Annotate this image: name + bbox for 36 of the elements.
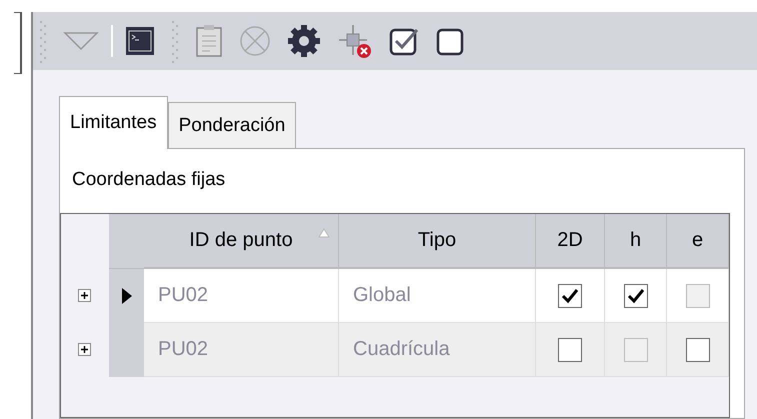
window-edge (14, 12, 22, 74)
expand-icon[interactable] (77, 288, 93, 304)
move-remove-icon[interactable] (337, 23, 373, 59)
column-label: h (630, 229, 642, 252)
checkbox[interactable] (558, 338, 582, 362)
section-title: Coordenadas fijas (71, 169, 226, 192)
tab[interactable]: Ponderación (168, 102, 296, 148)
column-label: 2D (557, 229, 583, 252)
table-cell: Cuadrícula (339, 323, 536, 377)
column-header[interactable]: h (605, 214, 667, 269)
column-header[interactable]: e (667, 214, 729, 269)
checkbox[interactable] (624, 284, 648, 308)
current-row-icon (120, 287, 132, 305)
checkbox[interactable] (686, 338, 710, 362)
table-cell: PU02 (144, 269, 339, 323)
column-header[interactable]: ID de punto (144, 214, 339, 269)
column-header[interactable]: Tipo (339, 214, 536, 269)
column-label: ID de punto (189, 229, 293, 252)
grip-icon (171, 18, 179, 64)
clipboard-icon[interactable] (195, 24, 223, 58)
row-header[interactable] (109, 269, 144, 323)
terminal-icon[interactable] (125, 26, 155, 56)
row-header (109, 214, 144, 269)
column-header[interactable]: 2D (536, 214, 605, 269)
settings-icon[interactable] (287, 24, 321, 58)
table-cell: PU02 (144, 323, 339, 377)
table-cell: Global (339, 269, 536, 323)
sort-icon (318, 228, 330, 238)
checked-checkbox-icon[interactable] (389, 26, 419, 56)
tab[interactable]: Limitantes (59, 96, 168, 149)
column-label: e (692, 229, 704, 252)
expand-icon[interactable] (77, 342, 93, 358)
checkbox[interactable] (558, 284, 582, 308)
checkbox-icon[interactable] (435, 26, 465, 56)
grip-icon (39, 18, 47, 64)
column-label: Tipo (418, 229, 456, 252)
